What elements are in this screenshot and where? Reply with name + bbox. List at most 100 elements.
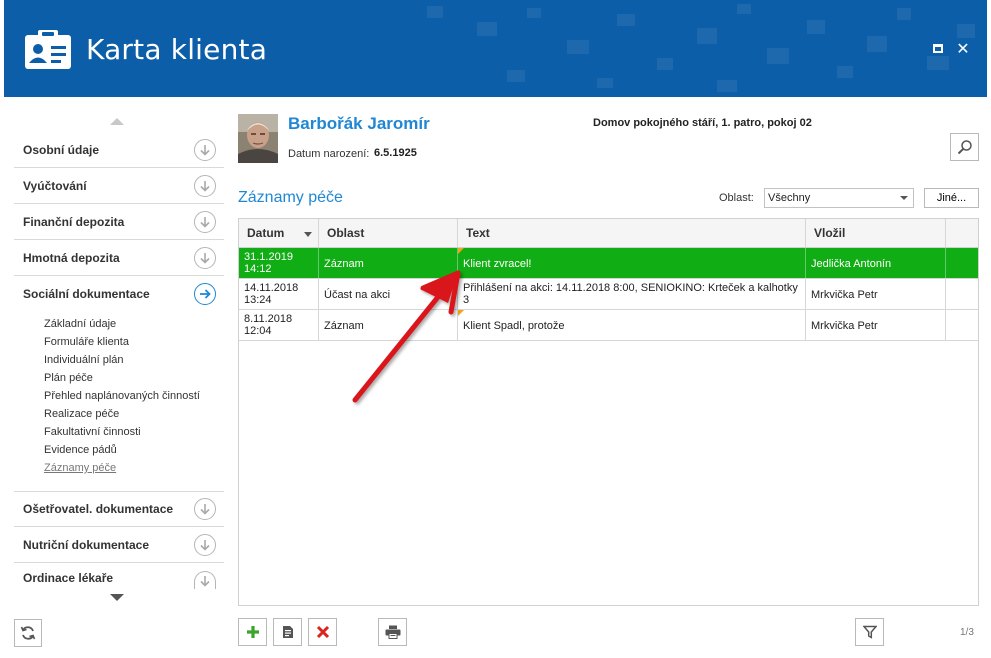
refresh-icon	[20, 626, 36, 640]
sub-item-plan-pece[interactable]: Plán péče	[44, 369, 200, 387]
sidebar-item-label: Osobní údaje	[23, 142, 100, 157]
pager: 1/3	[960, 627, 974, 638]
maximize-icon	[933, 43, 943, 53]
column-header-label: Vložil	[814, 226, 846, 240]
delete-button[interactable]	[308, 618, 337, 646]
sub-item-formulare-klienta[interactable]: Formuláře klienta	[44, 333, 200, 351]
arrow-down-circle-icon	[194, 210, 216, 233]
cell-author: Jedlička Antonín	[806, 248, 946, 279]
add-button[interactable]	[238, 618, 267, 646]
cell-author: Mrkvička Petr	[806, 310, 946, 341]
cell-area: Účast na akci	[319, 279, 458, 310]
search-icon	[957, 140, 972, 155]
sidebar-item-nutricni-dokumentace[interactable]: Nutriční dokumentace	[14, 527, 224, 563]
cell-date: 14.11.2018 13:24	[239, 279, 319, 310]
client-name: Barbořák Jaromír	[288, 114, 430, 133]
row-time: 13:24	[244, 294, 272, 306]
column-header-label: Oblast	[327, 226, 365, 240]
sub-item-individualni-plan[interactable]: Individuální plán	[44, 351, 200, 369]
sidebar-scroll-up-icon[interactable]	[110, 118, 124, 125]
row-text: Klient Spadl, protože	[463, 319, 565, 332]
sub-item-fakultativni-cinnosti[interactable]: Fakultativní činnosti	[44, 423, 200, 441]
section-title: Záznamy péče	[238, 189, 343, 206]
dob-value: 6.5.1925	[374, 147, 417, 159]
row-time: 14:12	[244, 263, 272, 275]
column-header-vlozil[interactable]: Vložil	[806, 219, 946, 247]
table-row[interactable]: 14.11.2018 13:24 Účast na akci Přihlášen…	[239, 279, 978, 310]
header-pattern	[427, 4, 975, 92]
document-icon	[282, 626, 293, 638]
row-date: 31.1.2019	[244, 251, 293, 263]
other-button[interactable]: Jiné...	[924, 188, 979, 208]
sidebar-item-osetrovatel-dokumentace[interactable]: Ošetřovatel. dokumentace	[14, 491, 224, 527]
area-filter-value: Všechny	[768, 192, 811, 204]
cell-empty	[946, 248, 978, 279]
arrow-down-circle-icon	[194, 174, 216, 197]
column-header-text[interactable]: Text	[458, 219, 806, 247]
cell-area: Záznam	[319, 310, 458, 341]
filter-button[interactable]	[855, 618, 884, 646]
sidebar-item-socialni-dokumentace[interactable]: Sociální dokumentace	[14, 276, 224, 312]
refresh-button[interactable]	[14, 619, 42, 647]
sidebar-item-label: Finanční depozita	[23, 214, 125, 229]
filter-label: Oblast:	[719, 192, 754, 204]
row-time: 12:04	[244, 325, 272, 337]
maximize-button[interactable]	[930, 40, 946, 56]
column-header-oblast[interactable]: Oblast	[319, 219, 458, 247]
cell-date: 8.11.2018 12:04	[239, 310, 319, 341]
sidebar-item-osobni-udaje[interactable]: Osobní údaje	[14, 132, 224, 168]
search-button[interactable]	[950, 133, 979, 161]
row-date: 8.11.2018	[244, 313, 293, 325]
printer-icon	[385, 625, 400, 639]
sidebar-item-vyuctovani[interactable]: Vyúčtování	[14, 168, 224, 204]
column-header-label: Datum	[247, 226, 285, 240]
sidebar-item-label: Ordinace lékaře	[23, 571, 114, 585]
table-row[interactable]: 31.1.2019 14:12 Záznam Klient zvracel! J…	[239, 248, 978, 279]
column-header-label: Text	[466, 226, 490, 240]
app-window: Karta klienta ✕ Osobní údaje Vyúčtování …	[0, 0, 991, 658]
sidebar-item-label: Sociální dokumentace	[23, 287, 150, 301]
sidebar-scroll-down-icon[interactable]	[110, 594, 124, 601]
filter-icon	[862, 625, 877, 639]
cell-empty	[946, 279, 978, 310]
sidebar: Osobní údaje Vyúčtování Finanční depozit…	[4, 97, 230, 658]
arrow-down-circle-icon	[194, 246, 216, 269]
print-button[interactable]	[378, 618, 407, 646]
sub-item-realizace-pece[interactable]: Realizace péče	[44, 405, 200, 423]
sidebar-item-hmotna-depozita[interactable]: Hmotná depozita	[14, 240, 224, 276]
area-filter-select[interactable]: Všechny	[764, 188, 914, 208]
sidebar-item-label: Ošetřovatel. dokumentace	[23, 502, 174, 516]
row-date: 14.11.2018	[244, 282, 299, 294]
arrow-down-circle-icon	[194, 498, 216, 520]
sidebar-item-label: Hmotná depozita	[23, 250, 120, 265]
column-header-datum[interactable]: Datum	[239, 219, 319, 247]
close-icon: ✕	[956, 38, 970, 58]
grid-header: Datum Oblast Text Vložil	[239, 219, 978, 248]
sub-item-zakladni-udaje[interactable]: Základní údaje	[44, 315, 200, 333]
title-bar: Karta klienta ✕	[4, 0, 987, 97]
records-grid: Datum Oblast Text Vložil 31.1.2019 14:12	[238, 218, 979, 606]
edit-button[interactable]	[273, 618, 302, 646]
sub-item-prehled-naplanovanych-cinnosti[interactable]: Přehled naplánovaných činností	[44, 387, 200, 405]
arrow-right-circle-icon	[194, 283, 216, 305]
sub-item-evidence-padu[interactable]: Evidence pádů	[44, 441, 200, 459]
main-panel: Barbořák Jaromír Datum narození: 6.5.192…	[238, 97, 987, 658]
id-card-icon	[25, 30, 71, 69]
sidebar-item-label: Vyúčtování	[23, 178, 87, 193]
arrow-down-circle-icon	[194, 138, 216, 161]
arrow-down-circle-icon	[194, 571, 216, 589]
sidebar-item-financni-depozita[interactable]: Finanční depozita	[14, 204, 224, 240]
sub-item-zaznamy-pece[interactable]: Záznamy péče	[44, 459, 200, 477]
cell-author: Mrkvička Petr	[806, 279, 946, 310]
arrow-down-circle-icon	[194, 533, 216, 556]
sidebar-item-label: Nutriční dokumentace	[23, 537, 150, 552]
sidebar-sub-list: Základní údaje Formuláře klienta Individ…	[44, 315, 200, 477]
sort-down-icon	[304, 232, 312, 237]
close-button[interactable]: ✕	[955, 38, 971, 58]
client-location: Domov pokojného stáří, 1. patro, pokoj 0…	[593, 117, 812, 129]
cell-text: Přihlášení na akci: 14.11.2018 8:00, SEN…	[458, 279, 806, 310]
chevron-down-icon	[900, 196, 908, 200]
plus-icon	[246, 626, 259, 638]
sidebar-item-ordinace-lekare[interactable]: Ordinace lékaře	[14, 563, 224, 589]
table-row[interactable]: 8.11.2018 12:04 Záznam Klient Spadl, pro…	[239, 310, 978, 341]
